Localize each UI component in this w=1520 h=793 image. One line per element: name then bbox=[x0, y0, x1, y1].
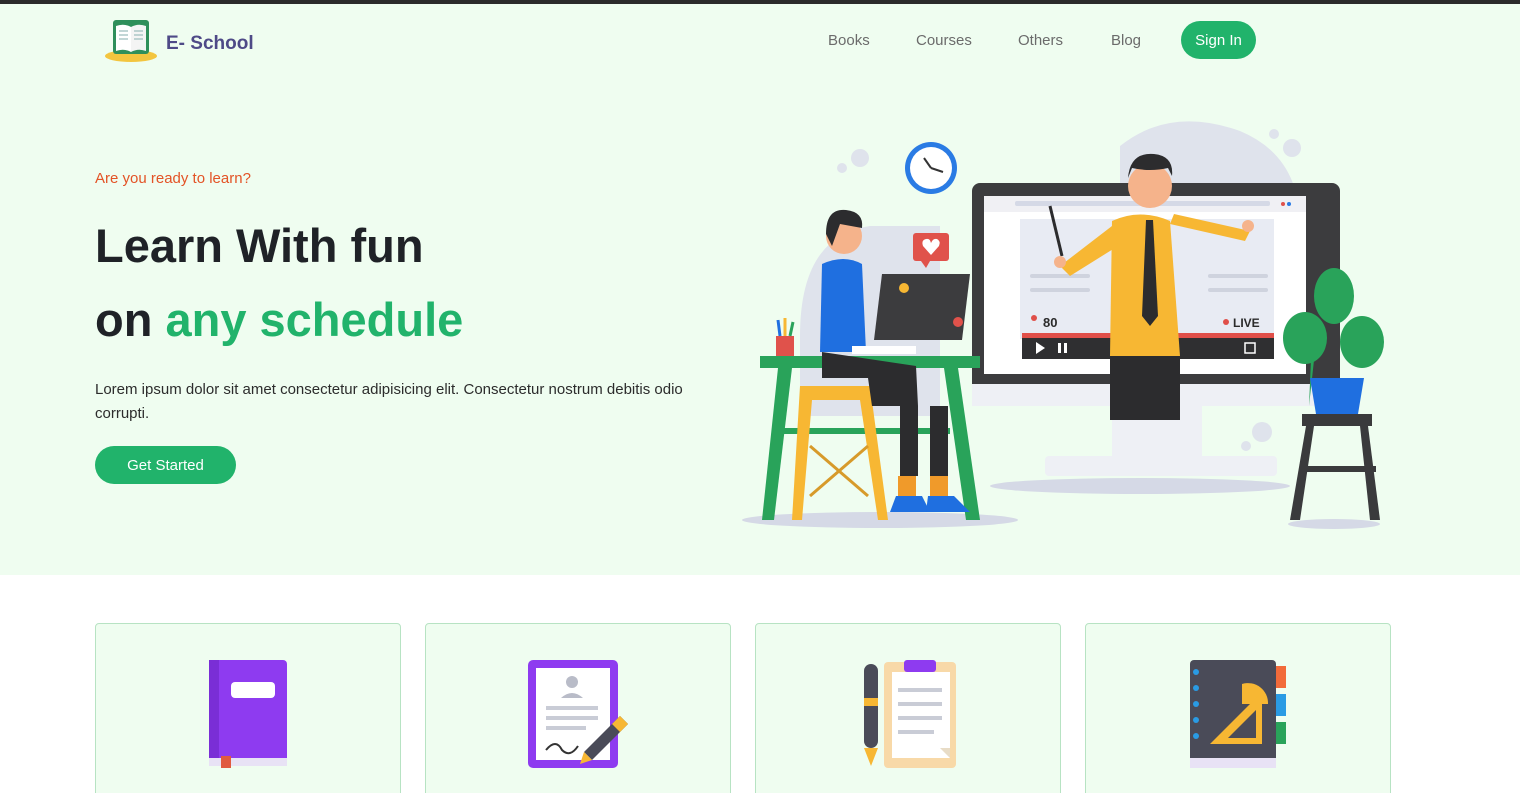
online-learning-illustration-icon: 80 LIVE bbox=[742, 121, 1384, 529]
nav-link-others[interactable]: Others bbox=[1018, 32, 1063, 49]
nav-link-blog[interactable]: Blog bbox=[1111, 32, 1141, 49]
hero-title-prefix: on bbox=[95, 293, 166, 346]
signed-document-icon bbox=[526, 658, 630, 775]
hero-title-accent: any schedule bbox=[165, 293, 464, 346]
hero-eyebrow: Are you ready to learn? bbox=[95, 170, 251, 187]
get-started-button[interactable]: Get Started bbox=[95, 446, 236, 484]
notebook-ruler-icon bbox=[1186, 658, 1290, 775]
hero-title-line1: Learn With fun bbox=[95, 219, 424, 272]
live-badge: LIVE bbox=[1233, 316, 1260, 330]
hero-illustration: 80 LIVE bbox=[740, 116, 1400, 536]
clipboard-pen-icon bbox=[858, 658, 958, 775]
purple-book-icon bbox=[207, 658, 289, 775]
open-book-icon bbox=[104, 18, 158, 69]
brand-name: E- School bbox=[166, 32, 254, 54]
hero-description: Lorem ipsum dolor sit amet consectetur a… bbox=[95, 381, 683, 422]
nav-link-courses[interactable]: Courses bbox=[916, 32, 972, 49]
feature-card-books[interactable] bbox=[95, 623, 401, 793]
feature-card-others[interactable] bbox=[755, 623, 1061, 793]
hero-title-line2: on any schedule bbox=[95, 292, 463, 347]
nav-link-books[interactable]: Books bbox=[828, 32, 870, 49]
sign-in-button[interactable]: Sign In bbox=[1181, 21, 1256, 59]
viewer-count: 80 bbox=[1043, 315, 1057, 330]
hero-section: E- School Books Courses Others Blog Sign… bbox=[0, 4, 1520, 575]
feature-card-blog[interactable] bbox=[1085, 623, 1391, 793]
site-logo[interactable]: E- School bbox=[104, 18, 254, 69]
feature-card-courses[interactable] bbox=[425, 623, 731, 793]
